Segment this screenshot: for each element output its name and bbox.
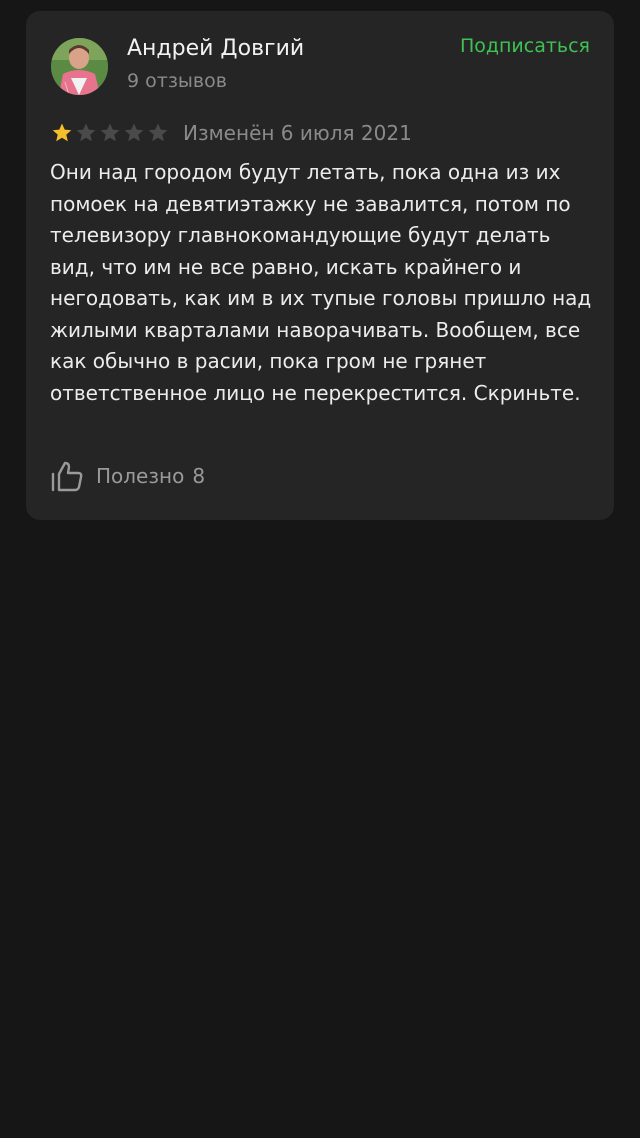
useful-button[interactable]: Полезно 8 (50, 456, 205, 496)
review-card: Андрей Довгий 9 отзывов Подписаться Изме… (26, 11, 614, 520)
avatar[interactable] (51, 38, 108, 95)
star-empty-icon (100, 123, 120, 142)
author-reviews-count: 9 отзывов (127, 70, 227, 92)
star-empty-icon (148, 123, 168, 142)
useful-label: Полезно (96, 464, 185, 488)
star-rating (51, 122, 169, 144)
star-filled-icon (52, 123, 72, 142)
edited-date: Изменён 6 июля 2021 (183, 121, 412, 145)
rating-row: Изменён 6 июля 2021 (51, 119, 412, 147)
star-empty-icon (124, 123, 144, 142)
useful-count: 8 (192, 464, 206, 488)
thumbs-up-icon (51, 461, 83, 492)
star-empty-icon (76, 123, 96, 142)
review-text: Они над городом будут летать, пока одна … (50, 160, 592, 405)
subscribe-button[interactable]: Подписаться (460, 35, 590, 57)
avatar-image (51, 38, 108, 95)
author-name[interactable]: Андрей Довгий (127, 36, 304, 61)
